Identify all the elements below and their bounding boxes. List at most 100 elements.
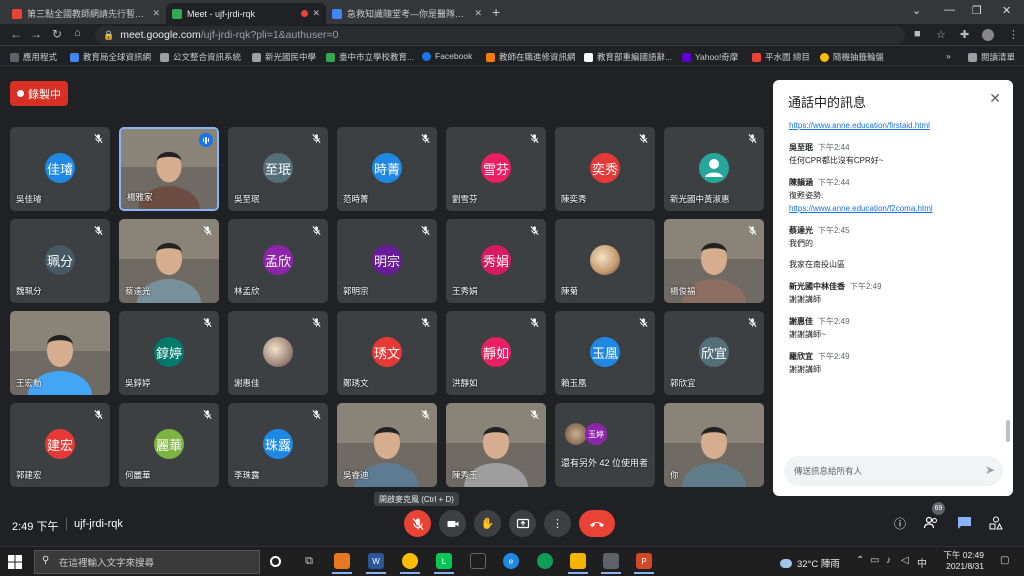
participant-tile[interactable]: 珠露 李珠露 xyxy=(228,403,328,487)
leave-call-button[interactable] xyxy=(579,510,615,537)
participant-tile[interactable]: 陳秀玉 xyxy=(446,403,546,487)
chat-scrollbar[interactable] xyxy=(1006,420,1010,442)
participant-tile[interactable]: 珮分 魏珮分 xyxy=(10,219,110,303)
bookmark-item[interactable]: 臺中市立學校教育... xyxy=(326,51,414,63)
bookmark-item[interactable]: 教育局全球資訊網 xyxy=(70,51,151,63)
participant-tile[interactable]: 吳睿迪 xyxy=(337,403,437,487)
bookmark-item[interactable]: 公文整合資訊系統 xyxy=(160,51,241,63)
windows-start-icon[interactable] xyxy=(8,555,22,569)
bookmark-item[interactable]: 平水圖 總目 xyxy=(752,51,810,63)
tab-3[interactable]: 急救知識隨堂考—你是醫隊友還 ✕ xyxy=(326,3,488,24)
cortana-icon[interactable] xyxy=(270,556,281,567)
taskbar-search[interactable]: ⚲ 在這裡輸入文字來搜尋 xyxy=(34,550,260,574)
taskbar-clock[interactable]: 下午 02:49 2021/8/31 xyxy=(940,550,984,572)
bookmark-item[interactable]: Facebook xyxy=(422,51,472,61)
chat-link[interactable]: https://www.anne.education/f2coma.html xyxy=(789,202,999,215)
mic-toggle-button[interactable] xyxy=(404,510,431,537)
chat-link[interactable]: https://www.anne.education/firstaid.html xyxy=(789,119,999,132)
participant-tile[interactable]: 謝惠佳 xyxy=(228,311,328,395)
more-options-button[interactable]: ⋮ xyxy=(544,510,571,537)
extensions-icon[interactable]: ✚ xyxy=(960,28,969,41)
participant-tile[interactable]: 玉凰 賴玉凰 xyxy=(555,311,655,395)
home-icon[interactable]: ⌂ xyxy=(74,27,81,39)
participant-tile[interactable]: 新光國中黃淑惠 xyxy=(664,127,764,211)
maximize-button[interactable]: ❐ xyxy=(972,4,982,17)
task-view-icon[interactable]: ⧉ xyxy=(301,553,317,569)
participant-tile[interactable]: 你 xyxy=(664,403,764,487)
bookmark-item[interactable]: 新光國民中學 xyxy=(252,51,316,63)
participant-tile[interactable]: 建宏 郭建宏 xyxy=(10,403,110,487)
ime-indicator[interactable]: 中 xyxy=(917,555,927,570)
bookmark-star-icon[interactable]: ☆ xyxy=(936,28,946,41)
participant-tile[interactable]: 奕秀 陳奕秀 xyxy=(555,127,655,211)
participant-tile[interactable]: 王宏勳 xyxy=(10,311,110,395)
chat-input[interactable]: 傳送訊息給所有人 ➤ xyxy=(784,456,1003,486)
activities-icon[interactable] xyxy=(987,514,1005,532)
participant-tile[interactable]: 陳菊 xyxy=(555,219,655,303)
participant-tile[interactable]: 蔡達光 xyxy=(119,219,219,303)
tab-2[interactable]: Meet - ujf-jrdi-rqk ✕ xyxy=(166,3,326,24)
reading-list[interactable]: 閱讀清單 xyxy=(968,51,1015,63)
notification-icon[interactable]: ▢ xyxy=(1000,555,1009,566)
minimize-button[interactable]: — xyxy=(944,4,955,16)
bookmark-item[interactable]: 隨機抽籤輪盤 xyxy=(820,51,884,63)
reload-icon[interactable]: ↻ xyxy=(52,27,62,41)
close-tab-icon[interactable]: ✕ xyxy=(312,8,320,19)
terminal-icon[interactable] xyxy=(470,553,486,569)
recording-indicator[interactable]: 錄製中 xyxy=(10,81,68,106)
new-tab-button[interactable]: + xyxy=(492,4,500,20)
participant-tile[interactable]: 佳璿 吳佳璿 xyxy=(10,127,110,211)
bookmark-item[interactable]: Yahoo!奇摩 xyxy=(682,51,738,63)
bookmark-apps[interactable]: 應用程式 xyxy=(10,51,57,63)
close-window-button[interactable]: ✕ xyxy=(1002,4,1011,17)
tab-1[interactable]: 第三點全國教師網請先行暫停範 ✕ xyxy=(6,3,166,24)
chat-icon[interactable] xyxy=(955,514,973,532)
participant-tile[interactable]: 玉婷 還有另外 42 位使用者 xyxy=(555,403,655,487)
participant-tile[interactable]: 秀娟 王秀娟 xyxy=(446,219,546,303)
participant-tile[interactable]: 欣宜 郭欣宜 xyxy=(664,311,764,395)
close-icon[interactable]: ✕ xyxy=(989,90,1001,107)
bookmark-item[interactable]: 教育部重編國語辭... xyxy=(584,51,672,63)
app-icon[interactable] xyxy=(332,553,352,574)
camera-icon[interactable]: ■ xyxy=(914,28,921,40)
url-bar[interactable]: 🔒 meet.google.com/ujf-jrdi-rqk?pli=1&aut… xyxy=(95,26,905,44)
participant-tile[interactable]: 琇文 鄭琇文 xyxy=(337,311,437,395)
participant-tile[interactable]: 楊俊福 xyxy=(664,219,764,303)
participant-tile[interactable]: 至珉 吳至珉 xyxy=(228,127,328,211)
participant-tile[interactable]: 靜如 洪靜如 xyxy=(446,311,546,395)
volume-icon[interactable]: ♪ xyxy=(886,555,891,566)
folder-icon[interactable] xyxy=(568,553,588,574)
camera-toggle-button[interactable] xyxy=(439,510,466,537)
send-icon[interactable]: ➤ xyxy=(985,463,995,477)
ie-icon[interactable]: e xyxy=(503,553,519,569)
people-icon[interactable] xyxy=(922,514,940,532)
present-button[interactable] xyxy=(509,510,536,537)
raise-hand-button[interactable]: ✋ xyxy=(474,510,501,537)
participant-tile[interactable]: 明宗 郭明宗 xyxy=(337,219,437,303)
close-tab-icon[interactable]: ✕ xyxy=(152,8,160,19)
network-icon[interactable]: ▭ xyxy=(870,555,879,566)
speaker-icon[interactable]: ◁ xyxy=(901,555,909,566)
participant-tile[interactable]: 錞婷 吳錞婷 xyxy=(119,311,219,395)
word-icon[interactable]: W xyxy=(366,553,386,574)
edge-icon[interactable] xyxy=(537,553,553,569)
app-icon[interactable] xyxy=(601,553,621,574)
chrome-icon[interactable] xyxy=(400,553,420,574)
forward-icon[interactable]: → xyxy=(30,27,42,41)
close-tab-icon[interactable]: ✕ xyxy=(474,8,482,19)
more-bookmarks-icon[interactable]: » xyxy=(946,51,951,61)
participant-tile[interactable]: 雪芬 劉雪芬 xyxy=(446,127,546,211)
powerpoint-icon[interactable]: P xyxy=(634,553,654,574)
participant-tile[interactable]: 麗華 何麗華 xyxy=(119,403,219,487)
profile-avatar[interactable] xyxy=(982,29,994,41)
weather-widget[interactable]: 32°C 陣雨 xyxy=(780,556,840,570)
bookmark-item[interactable]: 教師在職進修資訊網 xyxy=(486,51,576,63)
tab-search-icon[interactable]: ⌄ xyxy=(912,4,921,17)
back-icon[interactable]: ← xyxy=(10,27,22,41)
info-icon[interactable]: ⓘ xyxy=(891,514,909,532)
chevron-up-icon[interactable]: ⌃ xyxy=(856,555,864,566)
participant-tile[interactable]: 時菁 范時菁 xyxy=(337,127,437,211)
line-icon[interactable]: L xyxy=(434,553,454,574)
menu-icon[interactable]: ⋮ xyxy=(1008,28,1019,41)
participant-tile[interactable]: 孟欣 林孟欣 xyxy=(228,219,328,303)
